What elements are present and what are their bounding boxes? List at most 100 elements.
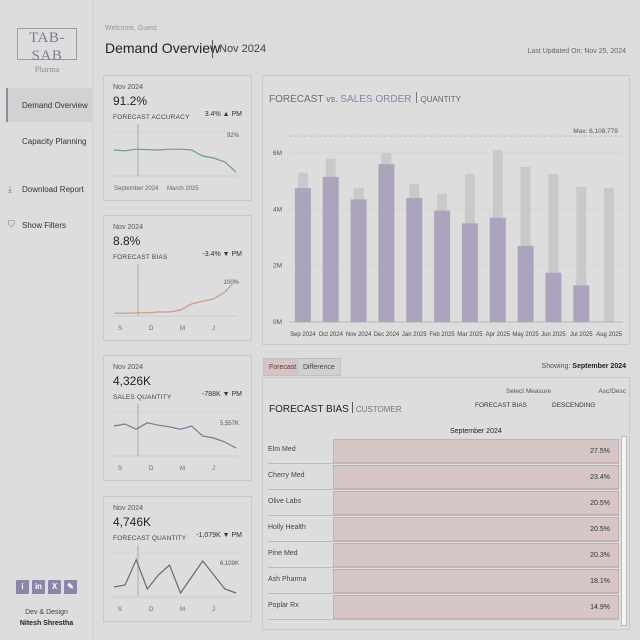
download-report-button[interactable]: ⤓ Download Report: [6, 180, 92, 200]
column-header: September 2024: [450, 428, 502, 435]
sales-order-bar[interactable]: [461, 223, 478, 322]
bias-title: FORECAST BIAS CUSTOMER: [269, 402, 401, 415]
sales-order-bar[interactable]: [573, 285, 590, 322]
bias-value: 14.9%: [590, 604, 610, 611]
customer-name: Pine Med: [268, 550, 298, 557]
sparkline-trend: [113, 148, 237, 173]
bias-value: 20.3%: [590, 552, 610, 559]
x-tick-label: Oct 2024: [319, 332, 344, 338]
kpi-x-label: M: [180, 607, 185, 613]
sales-order-bar[interactable]: [545, 272, 562, 322]
credit-author: Nitesh Shrestha: [19, 620, 74, 627]
title-divider: [212, 40, 213, 58]
logo-subtext: Pharma: [34, 65, 60, 74]
table-row[interactable]: Pine Med 20.3%: [263, 542, 623, 568]
sales-order-bar[interactable]: [322, 176, 339, 322]
kpi-x-label: J: [212, 607, 215, 613]
select-measure-label: Select Measure: [506, 388, 552, 395]
select-measure-dropdown[interactable]: FORECAST BIAS: [475, 402, 527, 409]
nav-label: Demand Overview: [22, 100, 88, 110]
table-row[interactable]: Cherry Med 23.4%: [263, 464, 623, 490]
kpi-sparkline: [112, 545, 238, 598]
chart-title-sales: SALES ORDER: [340, 94, 412, 105]
kpi-x-label: September 2024: [114, 186, 159, 192]
x-tick-label: May 2025: [512, 332, 539, 338]
title-divider: [415, 92, 417, 103]
table-row[interactable]: Ash Pharma 18.1%: [263, 568, 623, 594]
sales-order-bar[interactable]: [434, 210, 451, 322]
page-title: Demand Overview: [105, 40, 221, 56]
sales-order-bar[interactable]: [406, 198, 423, 322]
social-links: i in X ✎: [16, 580, 78, 596]
table-scrollbar[interactable]: [621, 436, 627, 626]
kpi-sparkline: [112, 404, 238, 457]
table-row[interactable]: Elm Med 27.5%: [263, 438, 623, 464]
sales-order-bar[interactable]: [378, 164, 395, 322]
title-divider: [351, 402, 353, 413]
bias-bar: 23.4%: [333, 465, 619, 489]
sales-order-bar[interactable]: [489, 217, 506, 322]
x-tick-label: Dec 2024: [374, 332, 400, 338]
filter-icon: ⛉: [8, 219, 15, 229]
nav-label: Capacity Planning: [22, 136, 87, 146]
kpi-value: 91.2%: [113, 94, 148, 108]
table-row[interactable]: Holly Health 20.5%: [263, 516, 623, 542]
page-subtitle: Nov 2024: [219, 43, 267, 55]
bias-value: 27.5%: [590, 448, 610, 455]
show-filters-button[interactable]: ⛉ Show Filters: [6, 216, 92, 236]
showing-period: Showing: September 2024: [542, 363, 626, 370]
table-row[interactable]: Poplar Rx 14.9%: [263, 594, 623, 620]
row-divider: [268, 619, 619, 620]
customer-name: Elm Med: [268, 446, 296, 453]
x-icon[interactable]: X: [48, 580, 61, 594]
kpi-x-label: D: [149, 326, 154, 332]
y-tick-label: 2M: [273, 263, 282, 270]
kpi-x-label: M: [180, 326, 185, 332]
sort-order-dropdown[interactable]: DESCENDING: [552, 402, 595, 409]
sparkline-trend: [114, 279, 237, 314]
sort-order-label: Asc/Desc: [598, 388, 626, 395]
bias-value: 20.5%: [590, 526, 610, 533]
linkedin-icon[interactable]: in: [32, 580, 45, 594]
logo-text: TAB-SAB: [29, 30, 65, 64]
sales-order-bar[interactable]: [517, 245, 534, 322]
kpi-period: Nov 2024: [113, 505, 143, 512]
kpi-card-forecast-bias[interactable]: Nov 2024 8.8% FORECAST BIAS -3.4% ▼ PM 1…: [103, 215, 252, 341]
bias-title-sub: CUSTOMER: [355, 405, 402, 414]
customer-name: Holly Health: [268, 524, 306, 531]
kpi-x-label: D: [149, 466, 154, 472]
chart-title-vs: vs.: [326, 94, 338, 104]
table-row[interactable]: Olive Labs 20.5%: [263, 490, 623, 516]
forecast-vs-sales-panel: 0M 2M 4M 6M Max: 6,108,779 Sep 2024 Oct 2024 No…: [262, 75, 630, 345]
bias-bar: 20.5%: [333, 517, 619, 541]
bias-bar: 20.5%: [333, 491, 619, 515]
customer-name: Ash Pharma: [268, 576, 307, 583]
x-tick-label: Feb 2025: [429, 332, 455, 338]
kpi-sparkline: [112, 264, 238, 317]
forecast-bar[interactable]: [604, 188, 615, 322]
info-icon[interactable]: i: [16, 580, 29, 594]
x-tick-label: Sep 2024: [290, 332, 316, 338]
sales-order-bar[interactable]: [294, 188, 311, 322]
bias-title-main: FORECAST BIAS: [269, 404, 349, 415]
kpi-card-sales-quantity[interactable]: Nov 2024 4,326K SALES QUANTITY -788K ▼ P…: [103, 355, 252, 481]
download-icon: ⤓: [8, 184, 12, 194]
kpi-card-forecast-quantity[interactable]: Nov 2024 4,746K FORECAST QUANTITY -1,079…: [103, 496, 252, 622]
kpi-x-label: S: [118, 326, 123, 332]
customer-name: Olive Labs: [268, 498, 302, 505]
nav-demand-overview[interactable]: Demand Overview: [6, 88, 92, 122]
bias-value: 20.5%: [590, 500, 610, 507]
y-tick-label: 0M: [273, 319, 282, 326]
customer-name: Cherry Med: [268, 472, 305, 479]
kpi-x-label: March 2025: [167, 186, 199, 192]
kpi-card-forecast-accuracy[interactable]: Nov 2024 91.2% FORECAST ACCURACY 3.4% ▲ …: [103, 75, 252, 201]
x-tick-label: Jun 2025: [541, 332, 566, 338]
bias-value: 23.4%: [590, 474, 610, 481]
sales-order-bar[interactable]: [350, 199, 367, 322]
x-tick-label: Jan 2025: [402, 332, 427, 338]
kpi-value: 4,326K: [113, 374, 152, 388]
nav-capacity-planning[interactable]: Capacity Planning: [6, 124, 92, 158]
tableau-icon[interactable]: ✎: [64, 580, 77, 594]
tab-difference[interactable]: Difference: [297, 358, 341, 376]
x-tick-label: Nov 2024: [346, 332, 372, 338]
